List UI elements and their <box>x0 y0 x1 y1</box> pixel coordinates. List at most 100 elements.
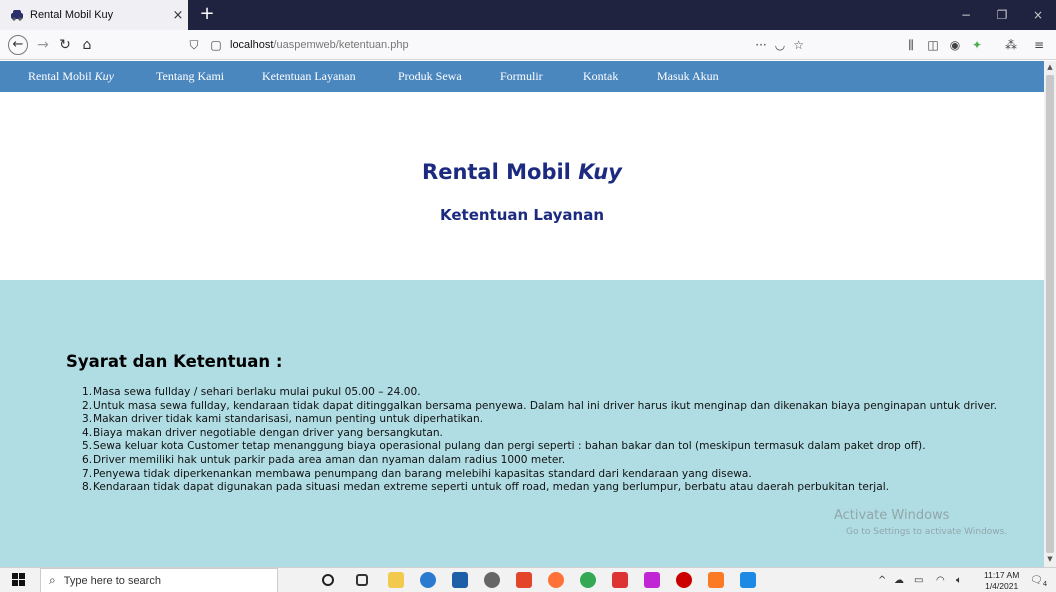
nav-brand-link[interactable]: Rental Mobil Kuy <box>28 69 114 84</box>
clock-date: 1/4/2021 <box>985 581 1019 591</box>
url-bar[interactable]: ⛉ ▢ localhost/uaspemweb/ketentuan.php ··… <box>186 34 804 56</box>
instagram-icon[interactable] <box>644 572 660 588</box>
settings-gear-icon[interactable] <box>484 572 500 588</box>
reload-icon[interactable]: ↻ <box>54 34 76 56</box>
list-item: 1. Masa sewa fullday / sehari berlaku mul… <box>82 386 1012 400</box>
page-header: Rental Mobil Kuy Ketentuan Layanan <box>0 92 1044 280</box>
nav-ketentuan-layanan[interactable]: Ketentuan Layanan <box>262 69 356 84</box>
nav-formulir[interactable]: Formulir <box>500 69 543 84</box>
windows-taskbar: ⌕ Type here to search ^ ☁ ▭ ◠ 🔈︎ 11:17 A… <box>0 567 1056 592</box>
list-item-text: Untuk masa sewa fullday, kendaraan tidak… <box>93 399 998 412</box>
windows-start-icon[interactable] <box>12 573 26 587</box>
search-placeholder: Type here to search <box>63 574 161 587</box>
list-item: 6. Driver memiliki hak untuk parkir pada … <box>82 454 1012 468</box>
list-number: 2. <box>82 399 93 412</box>
tab-title: Rental Mobil Kuy <box>30 9 114 21</box>
cortana-icon[interactable] <box>322 574 334 586</box>
list-number: 8. <box>82 481 93 494</box>
page-title-italic: Kuy <box>578 160 622 184</box>
watermark-line1: Activate Windows <box>834 508 950 523</box>
nav-produk-sewa[interactable]: Produk Sewa <box>398 69 462 84</box>
nav-brand-text: Rental Mobil <box>28 69 92 83</box>
browser-tab[interactable]: Rental Mobil Kuy × <box>0 0 188 30</box>
tray-chevron-icon[interactable]: ^ <box>878 568 886 592</box>
list-item: 3. Makan driver tidak kami standarisasi, … <box>82 413 1012 427</box>
tab-close-icon[interactable]: × <box>168 8 188 23</box>
page-title-text: Rental Mobil <box>422 160 571 184</box>
extension-icon[interactable]: ✦ <box>966 34 988 56</box>
page-subtitle: Ketentuan Layanan <box>439 206 605 224</box>
search-icon: ⌕ <box>49 573 56 587</box>
page-title: Rental Mobil Kuy <box>0 160 1044 184</box>
vscode-icon[interactable] <box>740 572 756 588</box>
sidebar-icon[interactable]: ◫ <box>922 34 944 56</box>
nav-brand-italic: Kuy <box>94 69 115 83</box>
list-item: 4. Biaya makan driver negotiable dengan d… <box>82 427 1012 441</box>
page-scrollbar[interactable]: ▲ ▼ <box>1044 61 1056 567</box>
shield-icon[interactable]: ⛉ <box>186 38 202 53</box>
taskbar-clock[interactable]: 11:17 AM 1/4/2021 <box>984 570 1019 592</box>
volume-icon[interactable]: 🔈︎ <box>956 568 962 592</box>
list-number: 4. <box>82 426 93 439</box>
list-item-text: Sewa keluar kota Customer tetap menanggu… <box>93 440 926 453</box>
clock-time: 11:17 AM <box>984 570 1020 580</box>
home-icon[interactable]: ⌂ <box>76 34 98 56</box>
terms-list: 1. Masa sewa fullday / sehari berlaku mul… <box>82 386 1012 495</box>
list-number: 3. <box>82 413 93 426</box>
page-icon: ▢ <box>210 38 222 52</box>
new-tab-button[interactable]: + <box>196 4 218 26</box>
xampp-icon[interactable] <box>708 572 724 588</box>
list-number: 5. <box>82 440 93 453</box>
list-item-text: Biaya makan driver negotiable dengan dri… <box>93 426 443 439</box>
task-view-icon[interactable] <box>356 574 368 586</box>
back-arrow-icon[interactable]: ← <box>8 35 28 55</box>
pocket-icon[interactable]: ◡ <box>775 38 785 52</box>
list-item-text: Kendaraan tidak dapat digunakan pada sit… <box>93 481 890 494</box>
list-item-text: Driver memiliki hak untuk parkir pada ar… <box>93 453 566 466</box>
hamburger-menu-icon[interactable]: ≡ <box>1028 34 1050 56</box>
taskbar-search[interactable]: ⌕ Type here to search <box>40 568 278 592</box>
close-window-icon[interactable]: × <box>1020 0 1056 30</box>
list-item: 7. Penyewa tidak diperkenankan membawa pe… <box>82 468 1012 482</box>
customize-icon[interactable]: ⁂ <box>1000 34 1022 56</box>
office-icon[interactable] <box>516 572 532 588</box>
app-icon[interactable] <box>612 572 628 588</box>
list-number: 1. <box>82 386 93 398</box>
forward-arrow-icon[interactable]: → <box>32 34 54 56</box>
browser-toolbar: ← → ↻ ⌂ ⛉ ▢ localhost/uaspemweb/ketentua… <box>0 30 1056 60</box>
scroll-thumb[interactable] <box>1046 75 1054 553</box>
recorder-icon[interactable] <box>676 572 692 588</box>
file-explorer-icon[interactable] <box>388 572 404 588</box>
wifi-icon[interactable]: ◠ <box>936 568 945 592</box>
watermark-line2: Go to Settings to activate Windows. <box>846 527 1008 537</box>
nav-masuk-akun[interactable]: Masuk Akun <box>657 69 719 84</box>
notification-count: 4 <box>1042 580 1048 588</box>
onedrive-icon[interactable]: ☁ <box>894 568 904 592</box>
list-item-text: Masa sewa fullday / sehari berlaku mulai… <box>93 386 421 398</box>
edge-icon[interactable] <box>420 572 436 588</box>
list-number: 6. <box>82 453 93 466</box>
list-item-text: Penyewa tidak diperkenankan membawa penu… <box>93 467 752 480</box>
minimize-icon[interactable]: − <box>948 0 984 30</box>
library-icon[interactable]: ⫼ <box>900 34 922 56</box>
section-title: Syarat dan Ketentuan : <box>66 352 283 371</box>
site-navbar: Rental Mobil Kuy Tentang Kami Ketentuan … <box>0 61 1044 92</box>
firefox-icon[interactable] <box>548 572 564 588</box>
nav-kontak[interactable]: Kontak <box>583 69 618 84</box>
account-icon[interactable]: ◉ <box>944 34 966 56</box>
url-host: localhost <box>230 39 274 51</box>
list-item: 2. Untuk masa sewa fullday, kendaraan tid… <box>82 400 1012 414</box>
scroll-down-icon[interactable]: ▼ <box>1044 555 1056 563</box>
url-text[interactable]: localhost/uaspemweb/ketentuan.php <box>230 39 409 51</box>
chrome-icon[interactable] <box>580 572 596 588</box>
list-number: 7. <box>82 467 93 480</box>
bookmark-star-icon[interactable]: ☆ <box>793 38 804 52</box>
battery-icon[interactable]: ▭ <box>914 568 923 592</box>
mail-icon[interactable] <box>452 572 468 588</box>
restore-icon[interactable]: ❐ <box>984 0 1020 30</box>
scroll-up-icon[interactable]: ▲ <box>1044 63 1056 71</box>
notification-icon[interactable]: 🗨︎4 <box>1030 568 1047 592</box>
nav-tentang-kami[interactable]: Tentang Kami <box>156 69 224 84</box>
page-actions-icon[interactable]: ··· <box>755 38 766 52</box>
car-favicon-icon <box>11 10 23 21</box>
